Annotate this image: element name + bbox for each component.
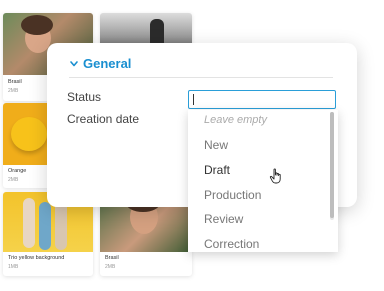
creation-date-label: Creation date <box>67 112 140 126</box>
asset-size: 1MB <box>8 264 19 270</box>
photo-shape <box>39 202 51 250</box>
hand-cursor-icon <box>269 168 281 184</box>
text-caret <box>193 94 194 105</box>
option-production[interactable]: Production <box>204 188 261 202</box>
asset-size: 2MB <box>105 264 116 270</box>
option-review[interactable]: Review <box>204 212 243 226</box>
photo-shape <box>23 198 35 248</box>
section-header[interactable]: General <box>69 55 333 78</box>
asset-size: 2MB <box>8 88 19 94</box>
asset-name: Brasil <box>8 79 22 85</box>
section-title: General <box>83 56 132 71</box>
chevron-down-icon[interactable] <box>69 59 79 69</box>
option-new[interactable]: New <box>204 138 228 152</box>
status-label: Status <box>67 90 102 104</box>
photo-shape <box>55 200 67 250</box>
asset-name: Orange <box>8 168 27 174</box>
option-correction[interactable]: Correction <box>204 237 259 251</box>
asset-name: Trio yellow background <box>8 255 65 261</box>
option-draft[interactable]: Draft <box>204 163 230 177</box>
photo-shape <box>21 15 53 35</box>
photo-shape <box>11 117 47 151</box>
option-leave-empty[interactable]: Leave empty <box>204 114 267 126</box>
asset-name: Brasil <box>105 255 119 261</box>
status-dropdown[interactable]: Leave empty New Draft Production Review … <box>188 110 338 252</box>
asset-size: 2MB <box>8 177 19 183</box>
dropdown-scrollbar[interactable] <box>330 112 334 220</box>
status-input[interactable] <box>188 90 336 109</box>
scrollbar-thumb[interactable] <box>330 112 334 218</box>
